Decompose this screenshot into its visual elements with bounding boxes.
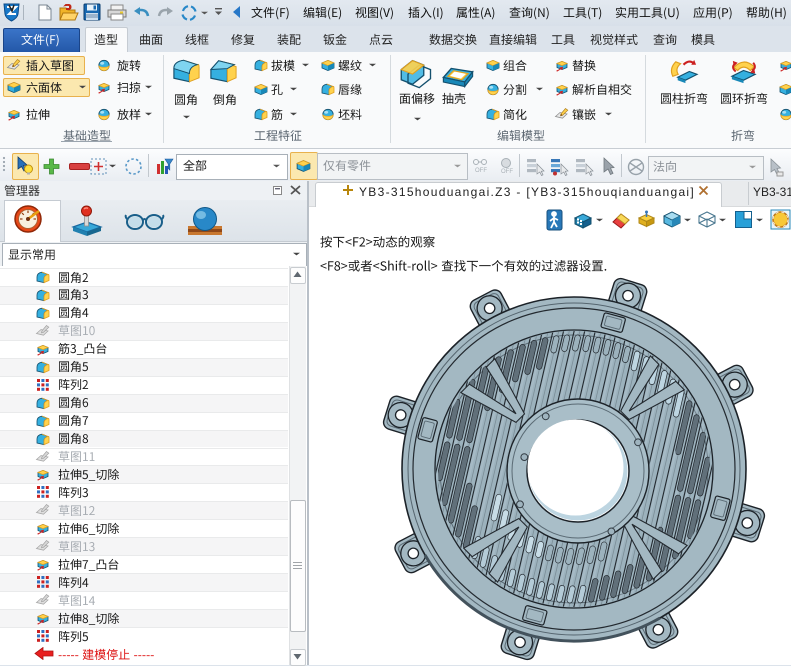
svg-text:OFF: OFF (501, 169, 513, 174)
svg-text:OFF: OFF (475, 168, 487, 174)
